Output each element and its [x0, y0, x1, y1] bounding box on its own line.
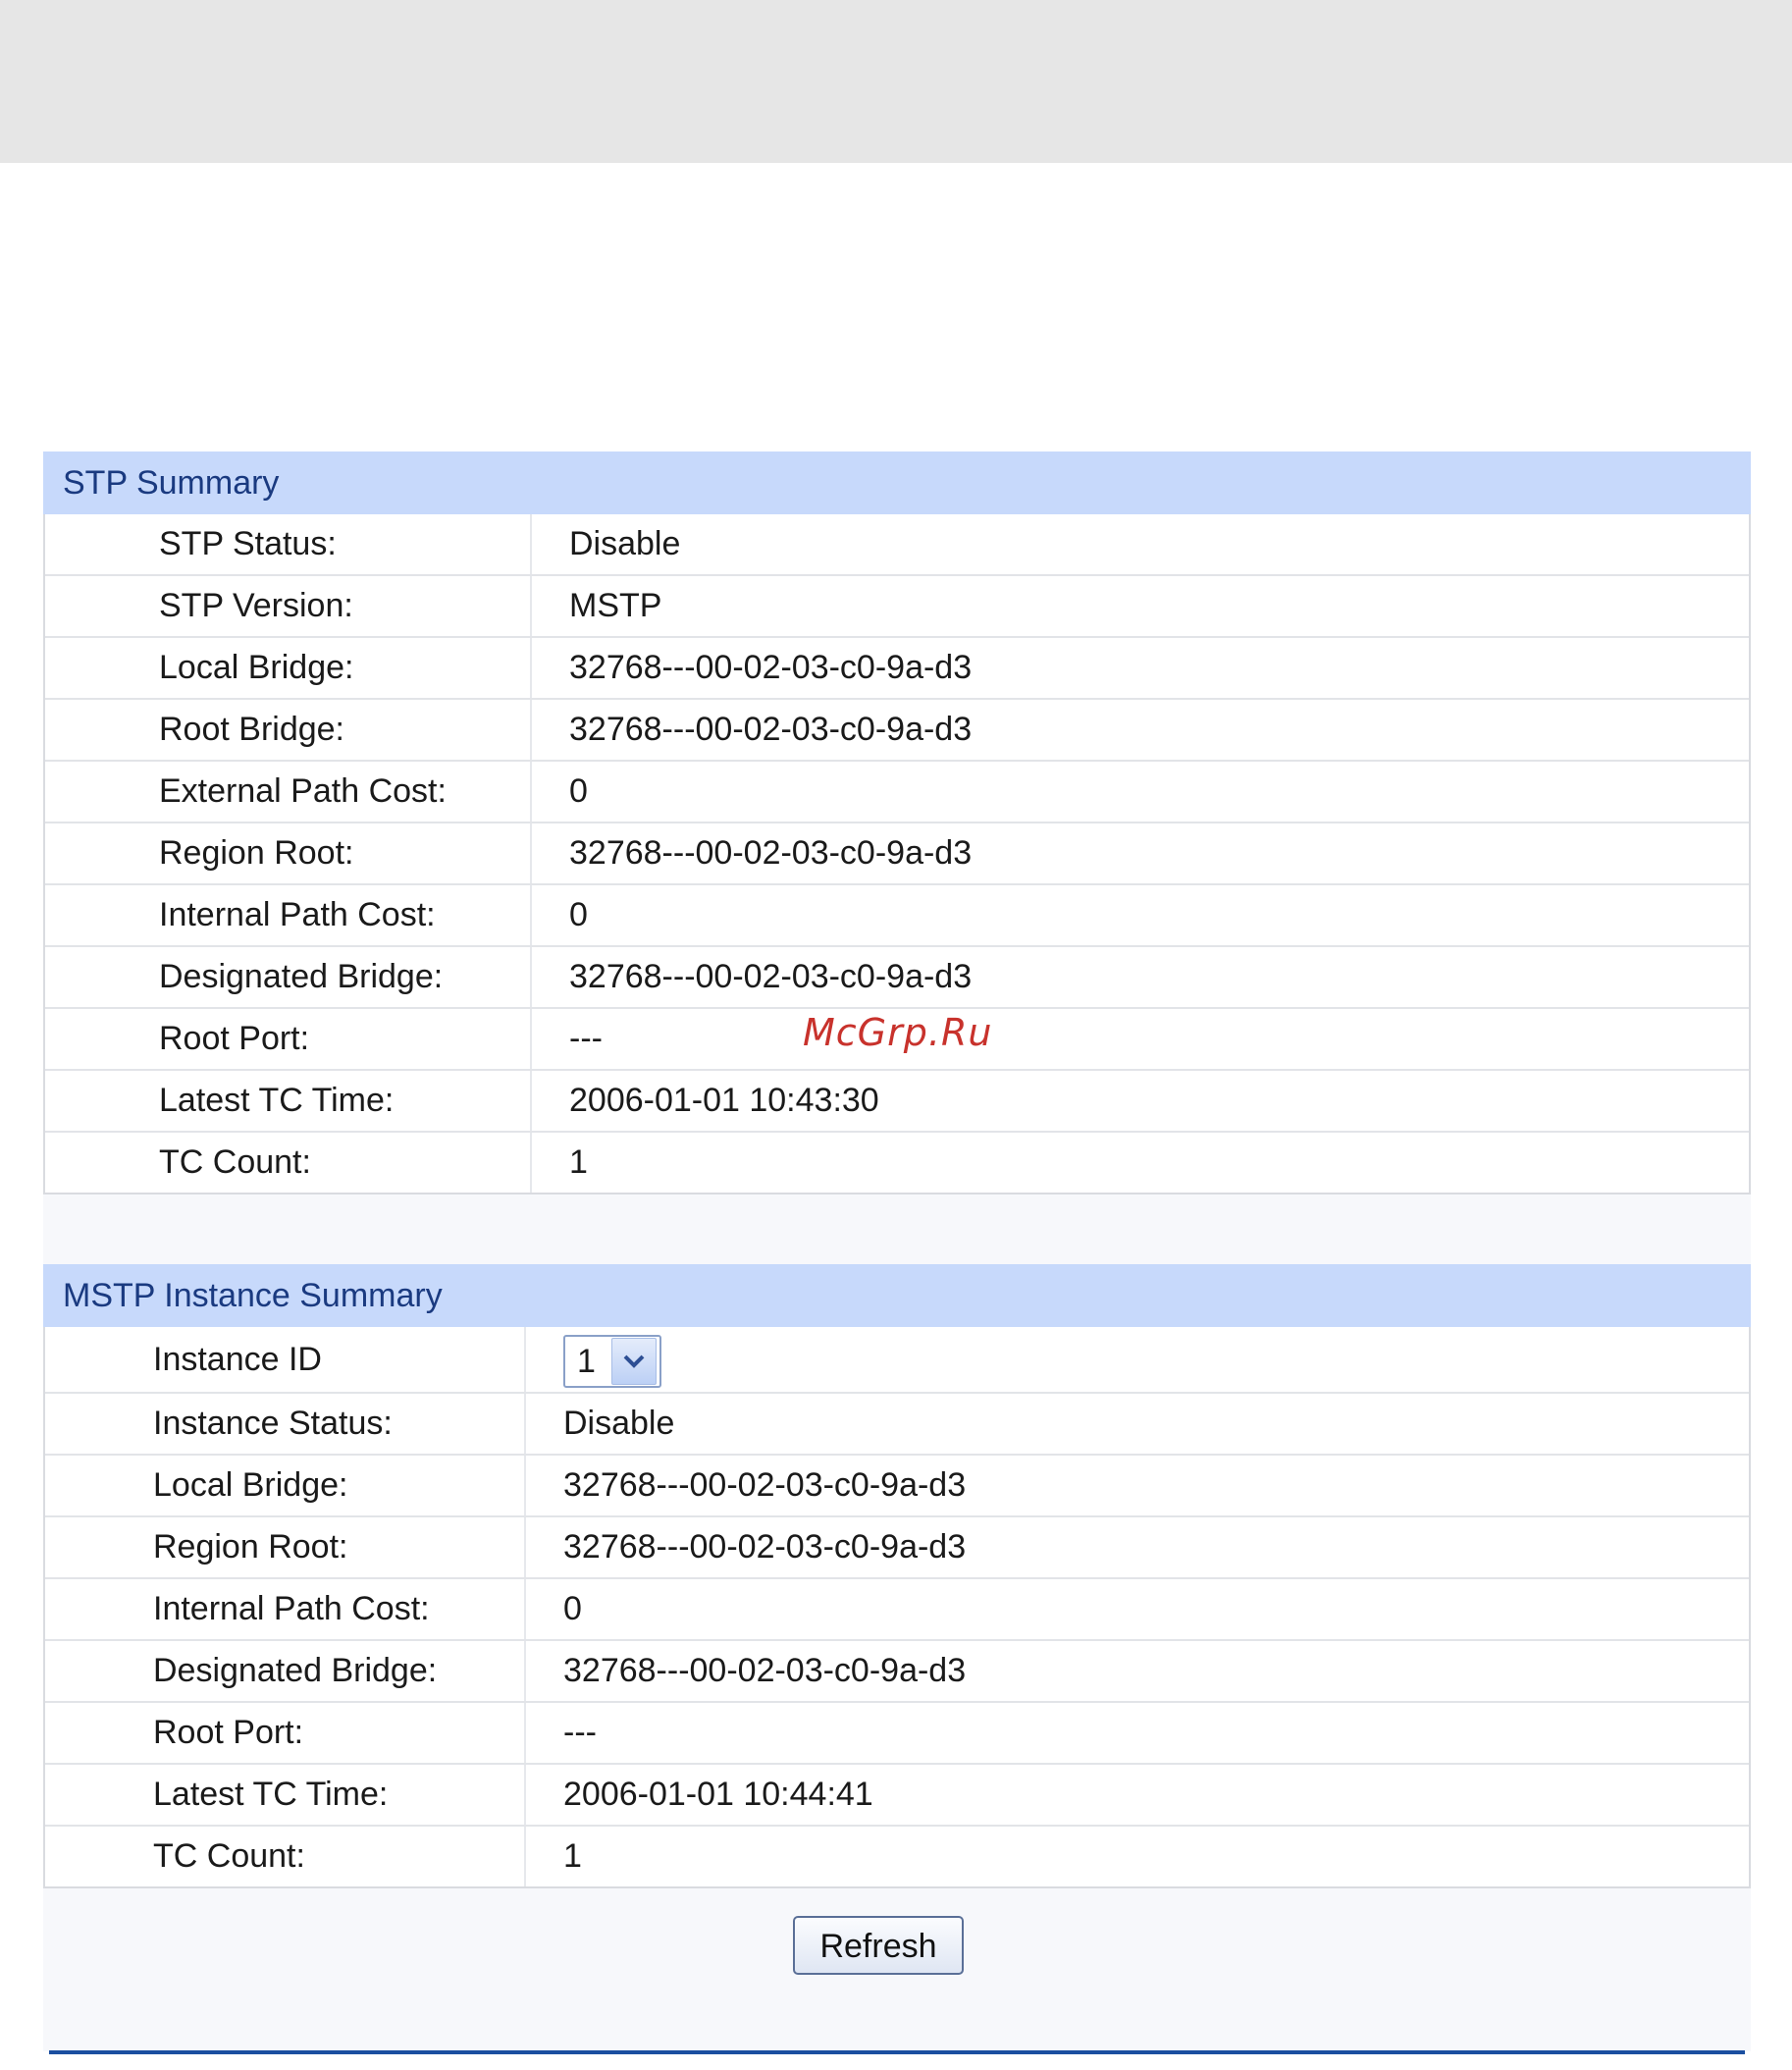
stp-row: Latest TC Time: 2006-01-01 10:43:30 — [45, 1071, 1749, 1133]
region-root-label: Region Root: — [45, 823, 532, 883]
mstp-local-bridge-label: Local Bridge: — [45, 1456, 526, 1515]
stp-row: Internal Path Cost: 0 — [45, 885, 1749, 947]
mstp-row: Internal Path Cost: 0 — [45, 1579, 1749, 1641]
stp-version-value: MSTP — [569, 587, 662, 624]
mstp-instance-summary-header: MSTP Instance Summary — [43, 1264, 1751, 1327]
mstp-summary-rows: Instance ID 1 Instance Status: Disable Lo… — [43, 1327, 1751, 1888]
internal-path-cost-label: Internal Path Cost: — [45, 885, 532, 945]
stp-row: Designated Bridge: 32768---00-02-03-c0-9a… — [45, 947, 1749, 1009]
mstp-row: Instance ID 1 — [45, 1327, 1749, 1394]
stp-row: Region Root: 32768---00-02-03-c0-9a-d3 — [45, 823, 1749, 885]
mstp-latest-tc-time-value: 2006-01-01 10:44:41 — [563, 1776, 873, 1813]
mstp-row: TC Count: 1 — [45, 1827, 1749, 1886]
instance-status-value: Disable — [563, 1405, 675, 1442]
mstp-designated-bridge-label: Designated Bridge: — [45, 1641, 526, 1701]
mstp-tc-count-label: TC Count: — [45, 1827, 526, 1886]
stp-row: External Path Cost: 0 — [45, 762, 1749, 823]
stp-row: STP Version: MSTP — [45, 576, 1749, 638]
stp-row: Root Bridge: 32768---00-02-03-c0-9a-d3 — [45, 700, 1749, 762]
refresh-button[interactable]: Refresh — [793, 1916, 964, 1975]
mstp-row: Region Root: 32768---00-02-03-c0-9a-d3 — [45, 1517, 1749, 1579]
root-port-label: Root Port: — [45, 1009, 532, 1069]
instance-id-select[interactable]: 1 — [563, 1334, 661, 1388]
root-bridge-label: Root Bridge: — [45, 700, 532, 760]
instance-id-selected-value: 1 — [577, 1342, 596, 1380]
external-path-cost-value: 0 — [569, 772, 588, 810]
root-bridge-value: 32768---00-02-03-c0-9a-d3 — [569, 711, 973, 748]
internal-path-cost-value: 0 — [569, 896, 588, 933]
local-bridge-label: Local Bridge: — [45, 638, 532, 698]
mstp-internal-path-cost-label: Internal Path Cost: — [45, 1579, 526, 1639]
tc-count-label: TC Count: — [45, 1133, 532, 1193]
local-bridge-value: 32768---00-02-03-c0-9a-d3 — [569, 649, 973, 686]
instance-status-label: Instance Status: — [45, 1394, 526, 1454]
stp-row: Local Bridge: 32768---00-02-03-c0-9a-d3 — [45, 638, 1749, 700]
chevron-down-icon[interactable] — [611, 1337, 657, 1385]
stp-row: TC Count: 1 — [45, 1133, 1749, 1193]
mstp-row: Designated Bridge: 32768---00-02-03-c0-9a… — [45, 1641, 1749, 1703]
instance-id-label: Instance ID — [45, 1327, 526, 1392]
stp-summary-section: STP Summary STP Status: Disable STP Versi… — [43, 451, 1751, 1194]
watermark: McGrp.Ru — [803, 1011, 993, 1054]
region-root-value: 32768---00-02-03-c0-9a-d3 — [569, 834, 973, 872]
stp-status-value: Disable — [569, 525, 681, 562]
tc-count-value: 1 — [569, 1143, 588, 1181]
top-band — [0, 0, 1792, 163]
mstp-region-root-value: 32768---00-02-03-c0-9a-d3 — [563, 1528, 967, 1566]
stp-version-label: STP Version: — [45, 576, 532, 636]
latest-tc-time-label: Latest TC Time: — [45, 1071, 532, 1131]
designated-bridge-value: 32768---00-02-03-c0-9a-d3 — [569, 958, 973, 995]
mstp-latest-tc-time-label: Latest TC Time: — [45, 1765, 526, 1825]
mstp-row: Root Port: --- — [45, 1703, 1749, 1765]
footer-divider — [49, 2050, 1745, 2054]
stp-row: STP Status: Disable — [45, 514, 1749, 576]
instance-id-cell: 1 — [526, 1330, 661, 1390]
mstp-region-root-label: Region Root: — [45, 1517, 526, 1577]
mstp-local-bridge-value: 32768---00-02-03-c0-9a-d3 — [563, 1466, 967, 1504]
mstp-row: Latest TC Time: 2006-01-01 10:44:41 — [45, 1765, 1749, 1827]
designated-bridge-label: Designated Bridge: — [45, 947, 532, 1007]
mstp-root-port-label: Root Port: — [45, 1703, 526, 1763]
mstp-row: Instance Status: Disable — [45, 1394, 1749, 1456]
mstp-row: Local Bridge: 32768---00-02-03-c0-9a-d3 — [45, 1456, 1749, 1517]
stp-summary-header: STP Summary — [43, 451, 1751, 514]
mstp-designated-bridge-value: 32768---00-02-03-c0-9a-d3 — [563, 1652, 967, 1689]
root-port-value: --- — [569, 1020, 603, 1057]
external-path-cost-label: External Path Cost: — [45, 762, 532, 822]
stp-status-label: STP Status: — [45, 514, 532, 574]
mstp-tc-count-value: 1 — [563, 1837, 582, 1875]
mstp-internal-path-cost-value: 0 — [563, 1590, 582, 1627]
stp-summary-rows: STP Status: Disable STP Version: MSTP Loca… — [43, 514, 1751, 1194]
mstp-instance-summary-section: MSTP Instance Summary Instance ID 1 Inst… — [43, 1264, 1751, 1888]
latest-tc-time-value: 2006-01-01 10:43:30 — [569, 1082, 879, 1119]
mstp-root-port-value: --- — [563, 1714, 597, 1751]
